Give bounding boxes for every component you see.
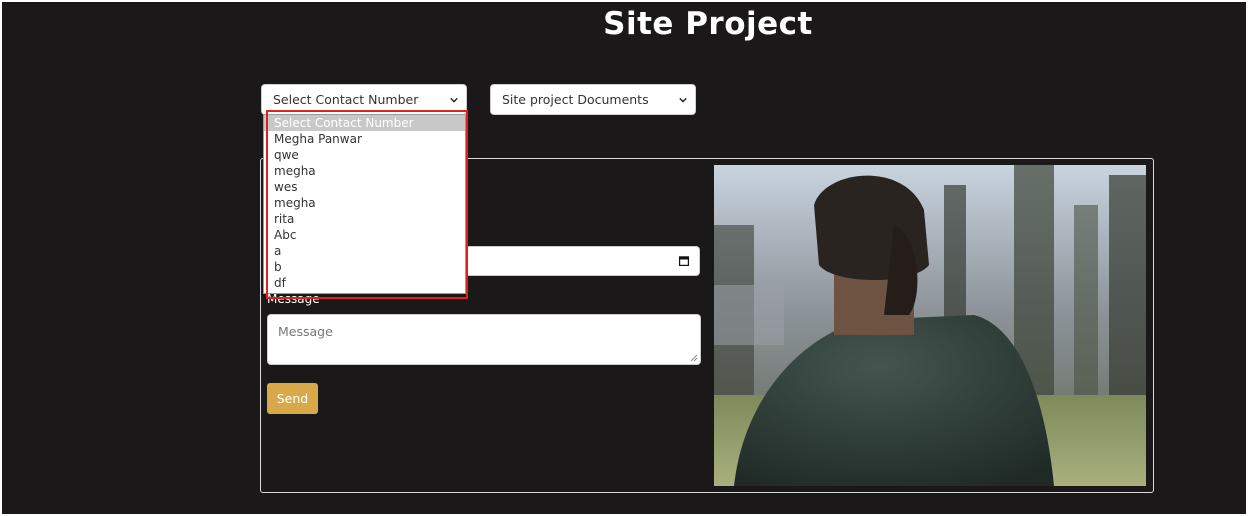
- docs-select-value: Site project Documents: [502, 92, 649, 107]
- message-textarea[interactable]: Message: [267, 314, 701, 365]
- photo-illustration: [714, 165, 1146, 486]
- man-outdoors-photo: [714, 165, 1146, 486]
- message-placeholder: Message: [278, 324, 333, 339]
- annotation-highlight-box: [266, 110, 468, 299]
- page-title: Site Project: [603, 6, 813, 42]
- calendar-icon[interactable]: [679, 256, 689, 266]
- chevron-down-icon: [679, 97, 687, 103]
- send-button[interactable]: Send: [267, 383, 318, 414]
- resize-grip-icon[interactable]: [690, 354, 698, 362]
- chevron-down-icon: [450, 97, 458, 103]
- contact-select-value: Select Contact Number: [273, 92, 419, 107]
- site-documents-select[interactable]: Site project Documents: [490, 84, 696, 115]
